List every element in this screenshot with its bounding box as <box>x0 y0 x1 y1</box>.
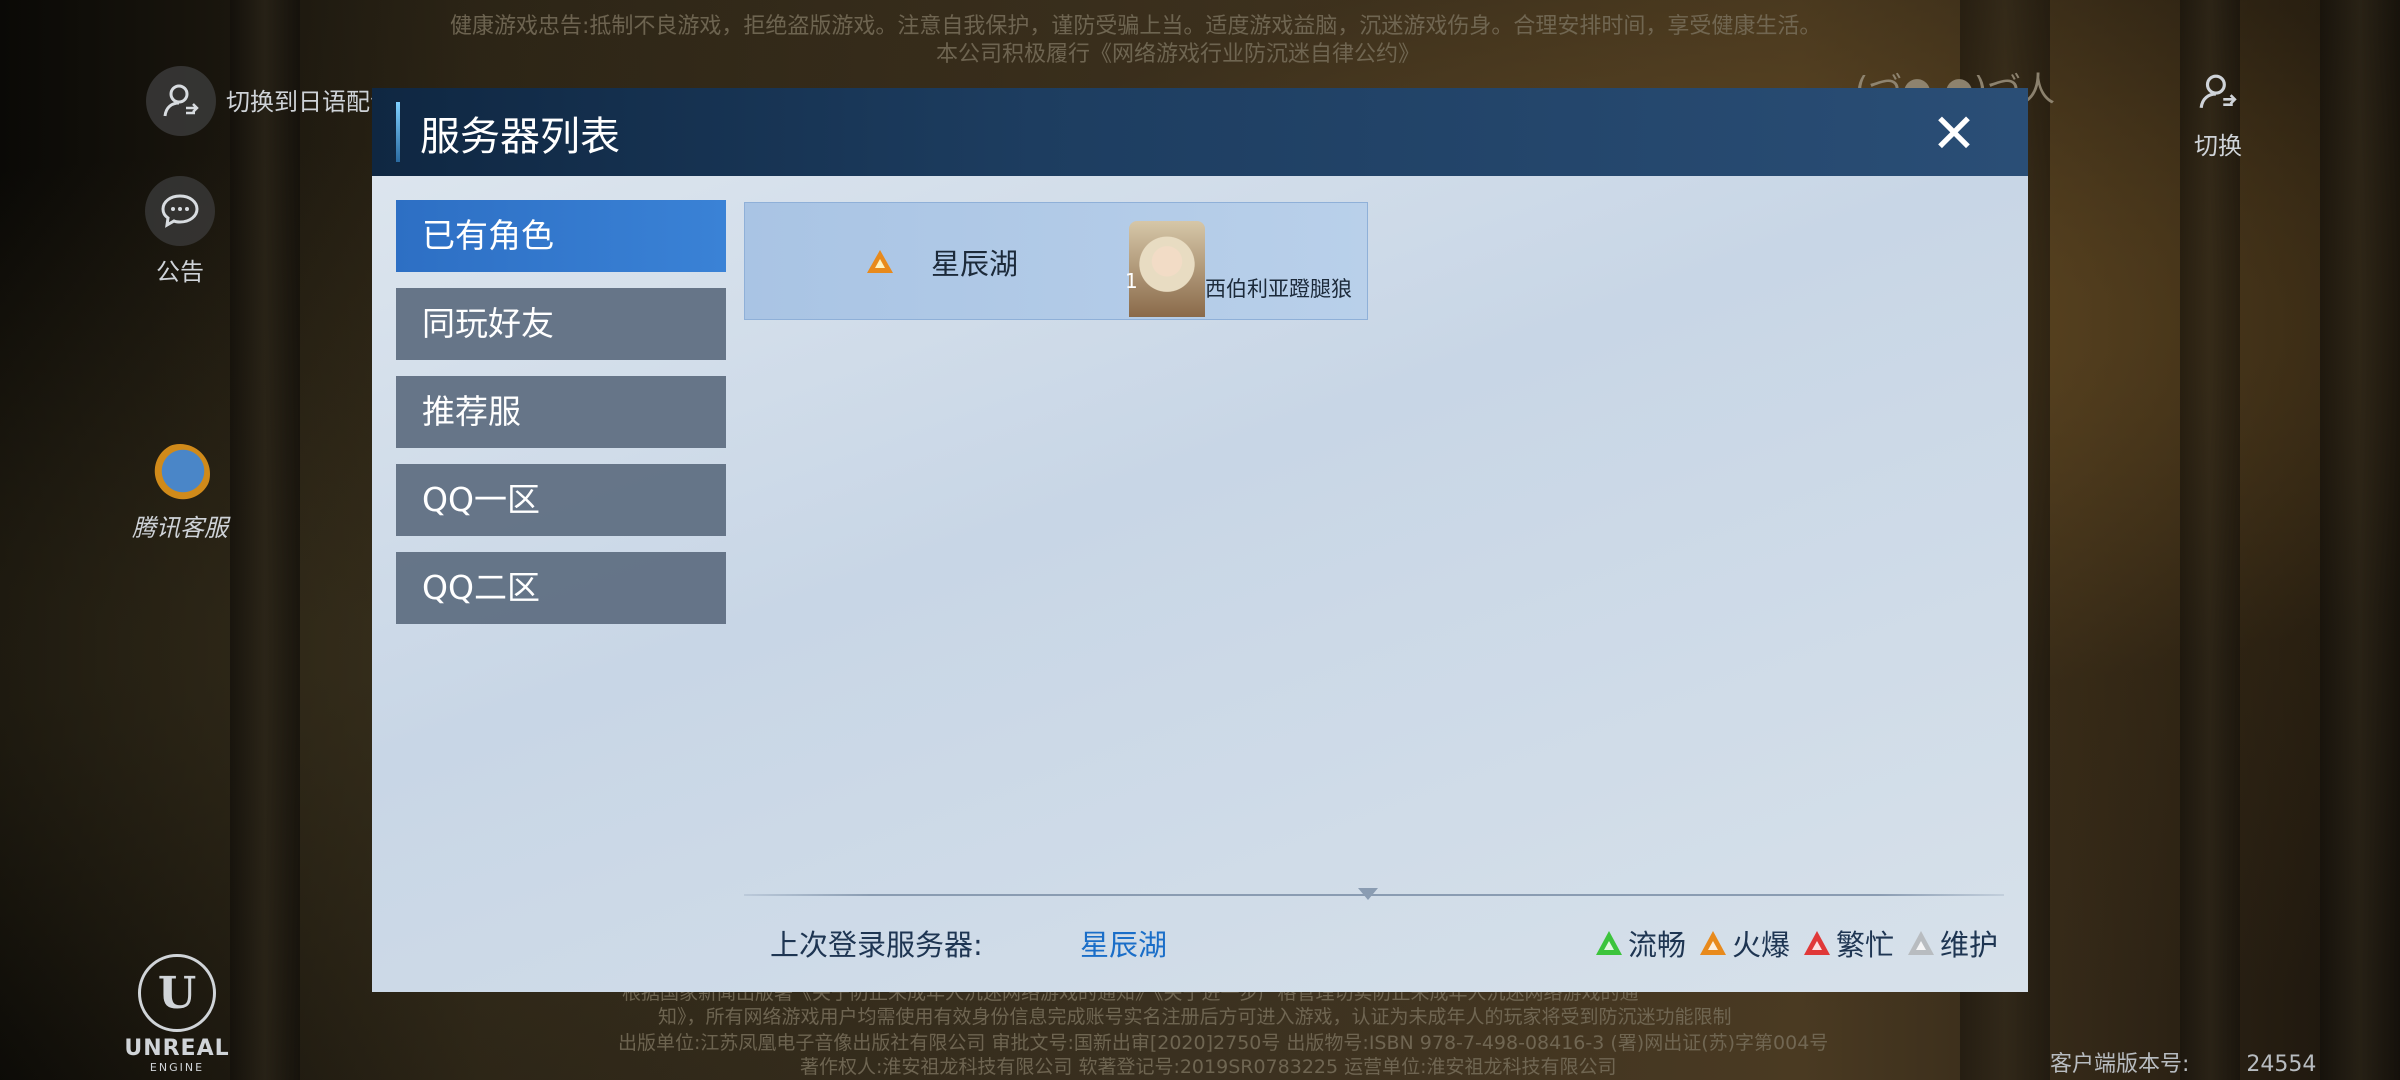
switch-voice-button[interactable]: 切换到日语配音 <box>146 66 396 136</box>
tab-recommended[interactable]: 推荐服 <box>396 376 726 448</box>
client-version-label: 客户端版本号: <box>2050 1052 2190 1077</box>
legend-label: 流畅 <box>1627 928 1686 962</box>
unreal-logo-text: UNREAL <box>124 1036 230 1061</box>
close-button[interactable]: ✕ <box>1928 107 1980 161</box>
legend-label: 繁忙 <box>1835 928 1894 962</box>
switch-voice-label: 切换到日语配音 <box>226 88 394 116</box>
status-smooth-icon <box>1595 931 1622 955</box>
tencent-service-button[interactable]: 腾讯客服 <box>120 444 240 543</box>
unreal-logo-subtext: ENGINE <box>149 1061 205 1074</box>
tencent-service-label: 腾讯客服 <box>132 514 228 542</box>
character-avatar <box>1129 221 1205 317</box>
legend-hot: 火爆 <box>1699 922 1790 964</box>
legal-line4: 著作权人:淮安祖龙科技有限公司 软著登记号:2019SR0783225 运营单位… <box>800 1056 1617 1078</box>
close-icon: ✕ <box>1931 102 1977 165</box>
status-busy-icon <box>1803 931 1830 955</box>
legend-smooth: 流畅 <box>1595 922 1686 964</box>
legal-line2: 知》，所有网络游戏用户均需使用有效身份信息完成账号实名注册后方可进入游戏，认证为… <box>658 1006 1732 1028</box>
tab-qq-zone-1[interactable]: QQ一区 <box>396 464 726 536</box>
status-maintenance-icon <box>1907 931 1934 955</box>
tab-existing-characters[interactable]: 已有角色 <box>396 200 726 272</box>
user-switch-icon <box>146 66 216 136</box>
chat-bubble-icon <box>145 176 215 246</box>
server-list-dialog: 服务器列表 ✕ 已有角色 同玩好友 推荐服 QQ一区 QQ二区 星辰湖 1 西伯… <box>372 88 2028 992</box>
notice-label: 公告 <box>156 258 204 286</box>
qq-penguin-icon <box>150 444 210 504</box>
health-notice-line2: 本公司积极履行《网络游戏行业防沉迷自律公约》 <box>936 42 1421 67</box>
legal-line3: 出版单位:江苏凤凰电子音像出版社有限公司 审批文号:国新出审[2020]2750… <box>618 1032 1829 1054</box>
last-login-label: 上次登录服务器: <box>770 928 983 962</box>
status-hot-icon <box>1699 931 1726 955</box>
tab-label: QQ一区 <box>422 480 540 519</box>
tab-label: QQ二区 <box>422 568 540 607</box>
unreal-engine-logo: U UNREAL ENGINE <box>112 954 242 1074</box>
character-level: 1 <box>1125 269 1138 293</box>
user-switch-icon <box>2188 62 2248 122</box>
notice-button[interactable]: 公告 <box>120 176 240 287</box>
dialog-header: 服务器列表 ✕ <box>372 88 2028 176</box>
status-hot-icon <box>867 250 893 273</box>
switch-account-label: 切换 <box>2194 132 2242 160</box>
unreal-u-icon: U <box>138 954 216 1032</box>
status-legend: 流畅 火爆 繁忙 维护 <box>1595 922 1998 964</box>
legend-label: 维护 <box>1939 928 1998 962</box>
switch-account-button[interactable]: 切换 <box>2158 62 2278 161</box>
tab-label: 推荐服 <box>422 392 521 431</box>
tab-label: 已有角色 <box>422 216 554 255</box>
character-name: 西伯利亚蹬腿狼 <box>1205 277 1352 301</box>
tab-friends[interactable]: 同玩好友 <box>396 288 726 360</box>
client-version: 客户端版本号: 24554 <box>2050 1046 2316 1078</box>
server-name: 星辰湖 <box>931 247 1019 281</box>
legend-label: 火爆 <box>1731 928 1790 962</box>
divider-notch <box>1358 888 1378 900</box>
tab-qq-zone-2[interactable]: QQ二区 <box>396 552 726 624</box>
header-accent-bar <box>396 102 400 162</box>
client-version-value: 24554 <box>2246 1052 2317 1077</box>
tab-label: 同玩好友 <box>422 304 554 343</box>
dialog-title: 服务器列表 <box>420 114 620 160</box>
legend-busy: 繁忙 <box>1803 922 1894 964</box>
last-login-server[interactable]: 星辰湖 <box>1080 922 1167 964</box>
legend-maintenance: 维护 <box>1907 922 1998 964</box>
server-card[interactable]: 星辰湖 1 西伯利亚蹬腿狼 <box>744 202 1368 320</box>
